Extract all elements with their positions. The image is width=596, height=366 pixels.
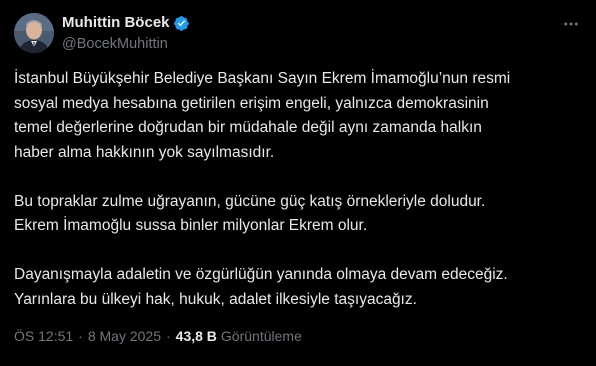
meta-separator: ·	[78, 328, 83, 344]
meta-separator: ·	[166, 328, 171, 344]
author-name-row: Muhittin Böcek	[62, 14, 190, 32]
tweet-line: Dayanışmayla adaletin ve özgürlüğün yanı…	[14, 266, 508, 283]
tweet-card: Muhittin Böcek @BocekMuhittin İstanbul B…	[0, 0, 596, 366]
tweet-meta: ÖS 12:51 · 8 May 2025 · 43,8 B Görüntüle…	[14, 327, 302, 345]
more-horizontal-icon[interactable]	[560, 15, 582, 33]
tweet-line: temel değerlerine doğrudan bir müdahale …	[14, 119, 482, 136]
author-handle[interactable]: @BocekMuhittin	[62, 35, 168, 53]
tweet-line: Bu topraklar zulme uğrayanın, gücüne güç…	[14, 192, 486, 210]
tweet-line: haber alma hakkının yok sayılmasıdır.	[14, 143, 275, 161]
tweet-line: İstanbul Büyükşehir Belediye Başkanı Say…	[14, 70, 511, 87]
tweet-line: sosyal medya hesabına getirilen erişim e…	[14, 94, 489, 112]
tweet-time[interactable]: ÖS 12:51	[14, 327, 73, 345]
tweet-text: İstanbul Büyükşehir Belediye Başkanı Say…	[14, 67, 584, 312]
views-label: Görüntüleme	[220, 328, 302, 344]
tweet-line: Ekrem İmamoğlu sussa binler milyonlar Ek…	[14, 217, 368, 234]
tweet-date[interactable]: 8 May 2025	[88, 327, 161, 345]
author-display-name[interactable]: Muhittin Böcek	[62, 14, 170, 32]
avatar[interactable]	[14, 13, 54, 53]
views-count[interactable]: 43,8 B	[176, 327, 217, 345]
verified-badge-icon[interactable]	[173, 15, 190, 32]
tweet-line: Yarınlara bu ülkeyi hak, hukuk, adalet i…	[14, 290, 417, 308]
